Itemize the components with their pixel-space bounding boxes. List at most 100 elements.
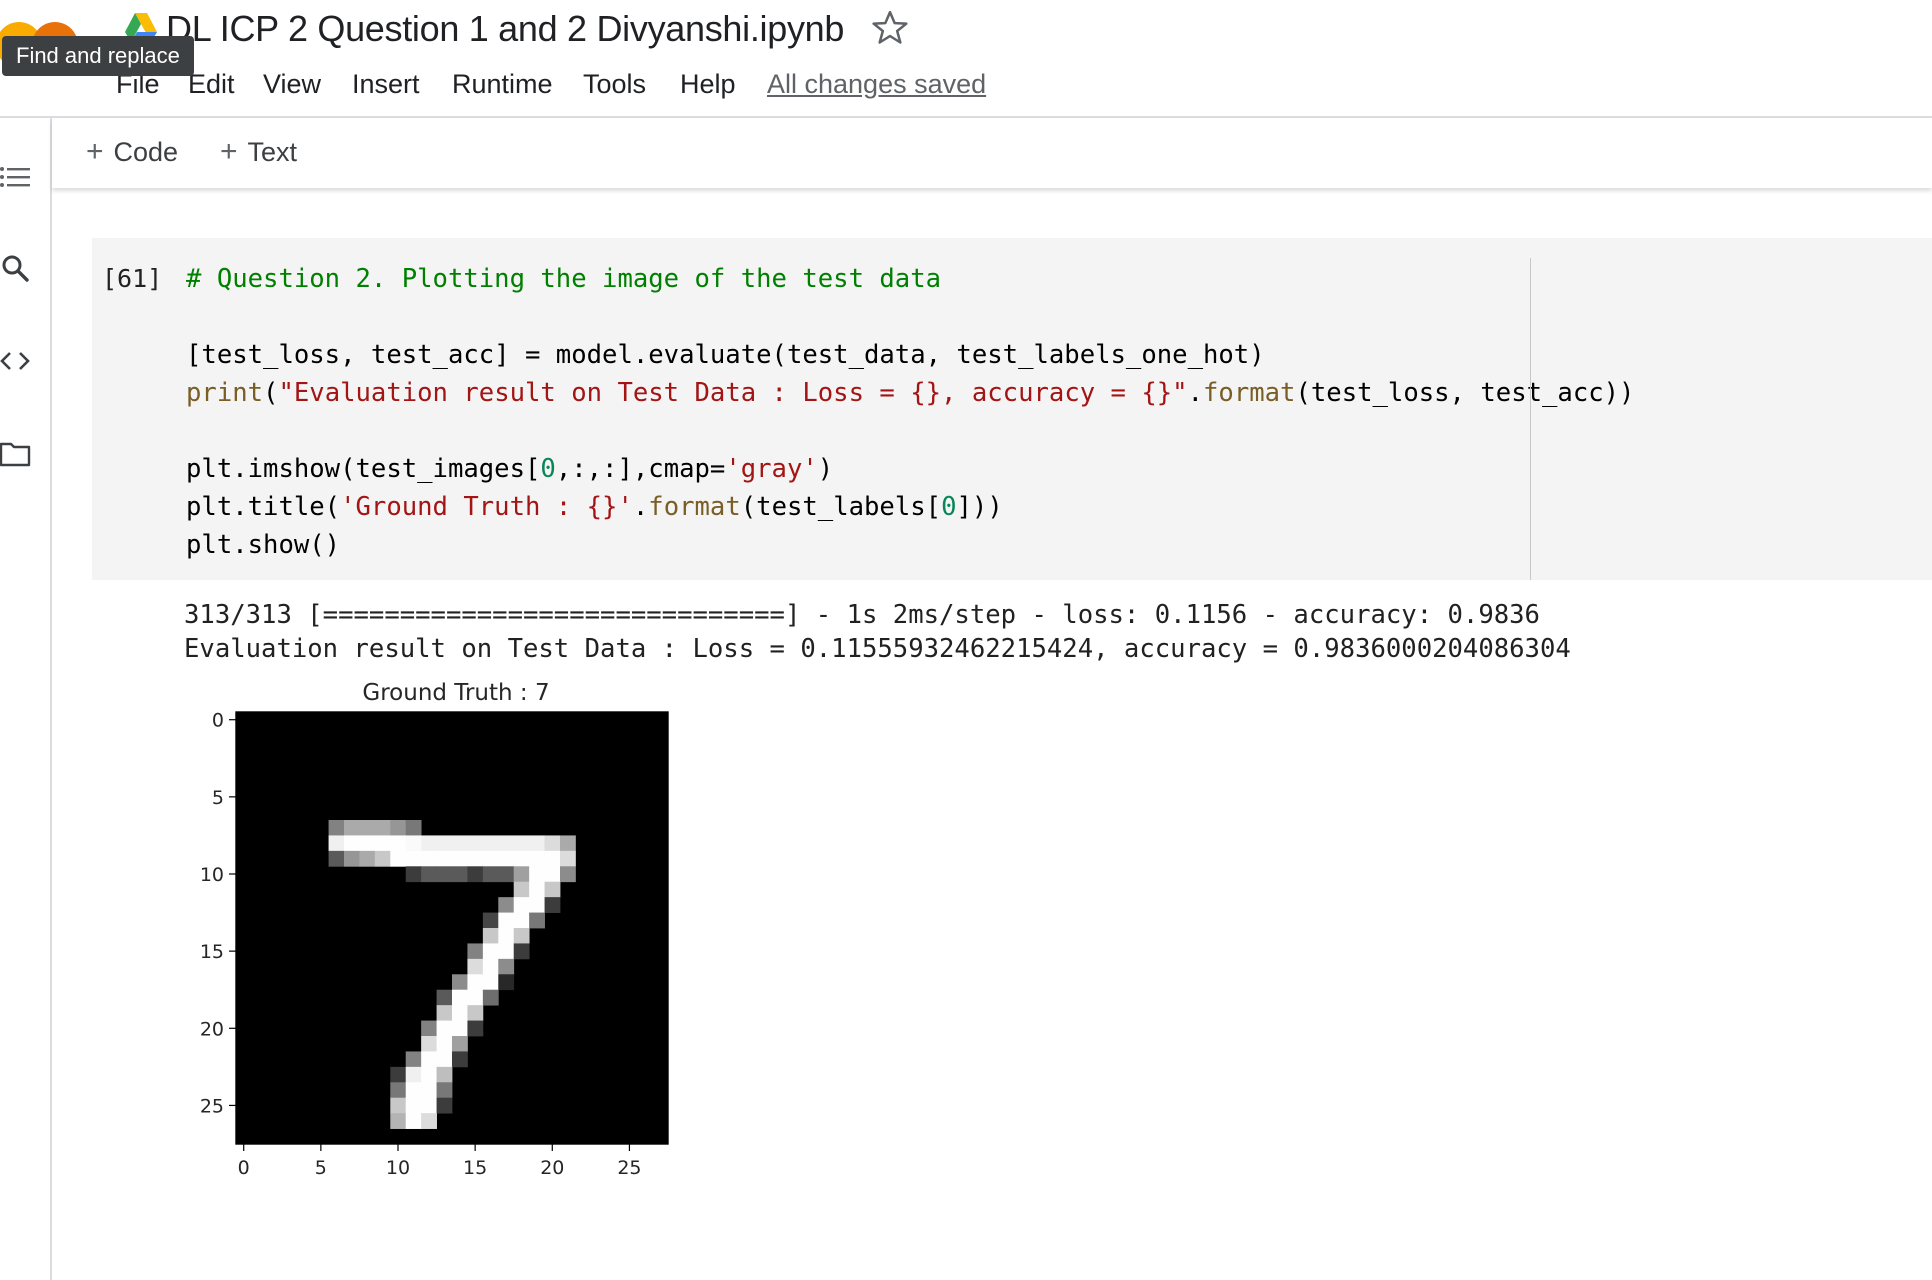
menu-edit[interactable]: Edit <box>188 64 235 104</box>
image-pixels <box>236 712 668 1144</box>
image-pixel <box>436 835 453 852</box>
image-pixel <box>513 928 530 944</box>
star-icon[interactable] <box>870 8 910 48</box>
image-pixel <box>421 1036 437 1052</box>
add-text-cell-button[interactable]: + Text <box>220 132 297 172</box>
image-pixel <box>436 866 453 883</box>
image-pixel <box>405 1082 422 1099</box>
image-pixel <box>513 912 530 929</box>
image-pixel <box>529 850 545 867</box>
code-editor[interactable]: # Question 2. Plotting the image of the … <box>186 260 1634 564</box>
image-pixel <box>405 1051 422 1068</box>
code-line-4: print("Evaluation result on Test Data : … <box>186 378 1635 408</box>
table-of-contents-icon[interactable] <box>0 160 34 194</box>
y-tick-label: 10 <box>200 864 224 886</box>
image-pixel <box>482 912 499 929</box>
image-pixel <box>467 1020 484 1037</box>
image-pixel <box>482 928 499 944</box>
plus-icon: + <box>86 135 104 168</box>
output-progress-line: 313/313 [==============================]… <box>184 600 1540 630</box>
image-pixel <box>390 835 407 852</box>
image-pixel <box>328 850 345 867</box>
image-pixel <box>390 1066 407 1083</box>
image-pixel <box>390 820 407 836</box>
menu-insert[interactable]: Insert <box>352 64 420 104</box>
image-pixel <box>498 974 515 991</box>
image-pixel <box>436 1005 453 1021</box>
image-pixel <box>452 1020 468 1037</box>
image-pixel <box>328 835 345 852</box>
image-pixel <box>467 943 484 960</box>
image-pixel <box>529 835 545 852</box>
image-pixel <box>482 835 499 852</box>
cell-toolbar: + Code + Text <box>52 118 1932 188</box>
menu-help[interactable]: Help <box>680 64 736 104</box>
image-pixel <box>560 850 576 867</box>
notebook-title[interactable]: DL ICP 2 Question 1 and 2 Divyanshi.ipyn… <box>166 4 844 54</box>
image-pixel <box>452 974 468 991</box>
save-status-link[interactable]: All changes saved <box>767 64 986 104</box>
image-pixel <box>344 820 360 836</box>
add-code-label: Code <box>113 137 179 167</box>
image-pixel <box>359 850 376 867</box>
image-pixel <box>374 850 391 867</box>
image-pixel <box>421 1051 437 1068</box>
image-pixel <box>390 1113 407 1129</box>
execution-count[interactable]: [61] <box>102 260 162 298</box>
image-pixel <box>405 866 422 883</box>
image-pixel <box>544 897 561 913</box>
image-pixel <box>498 866 515 883</box>
image-pixel <box>436 850 453 867</box>
y-tick-label: 20 <box>200 1018 224 1040</box>
image-pixel <box>452 1051 468 1068</box>
image-pixel <box>467 866 484 883</box>
image-pixel <box>436 1066 453 1083</box>
image-pixel <box>421 850 437 867</box>
image-pixel <box>544 881 561 898</box>
plus-icon: + <box>220 135 238 168</box>
image-pixel <box>405 1066 422 1083</box>
code-snippets-icon[interactable] <box>0 344 34 378</box>
image-pixel <box>344 835 360 852</box>
add-text-label: Text <box>247 137 298 167</box>
image-pixel <box>421 835 437 852</box>
image-pixel <box>498 912 515 929</box>
image-pixel <box>544 835 561 852</box>
image-pixel <box>452 1036 468 1052</box>
image-pixel <box>436 989 453 1006</box>
y-tick-label: 0 <box>212 710 224 732</box>
ground-truth-image-plot: Ground Truth : 7 0 5 10 15 20 25 0 5 10 15 20 25 <box>200 680 669 1179</box>
line-length-ruler <box>1530 258 1531 580</box>
image-pixel <box>560 835 576 852</box>
find-and-replace-tooltip: Find and replace <box>2 36 194 76</box>
image-pixel <box>436 1051 453 1068</box>
image-pixel <box>482 974 499 991</box>
menu-view[interactable]: View <box>263 64 321 104</box>
image-pixel <box>421 866 437 883</box>
search-icon[interactable] <box>0 252 34 286</box>
image-pixel <box>513 835 530 852</box>
image-pixel <box>328 820 345 836</box>
y-tick-label: 15 <box>200 941 224 963</box>
add-code-cell-button[interactable]: + Code <box>86 132 178 172</box>
image-pixel <box>405 820 422 836</box>
x-tick-label: 5 <box>315 1157 327 1179</box>
image-pixel <box>390 1082 407 1099</box>
menu-runtime[interactable]: Runtime <box>452 64 553 104</box>
image-pixel <box>359 820 376 836</box>
output-evaluation-line: Evaluation result on Test Data : Loss = … <box>184 634 1571 664</box>
menu-tools[interactable]: Tools <box>583 64 646 104</box>
image-pixel <box>513 850 530 867</box>
image-pixel <box>498 835 515 852</box>
image-pixel <box>436 1036 453 1052</box>
image-pixel <box>498 928 515 944</box>
image-pixel <box>421 1082 437 1099</box>
plot-title: Ground Truth : 7 <box>362 680 549 706</box>
image-pixel <box>374 835 391 852</box>
image-pixel <box>390 850 407 867</box>
files-folder-icon[interactable] <box>0 436 34 470</box>
image-pixel <box>452 835 468 852</box>
image-pixel <box>436 1097 453 1114</box>
code-line-8: plt.show() <box>186 530 341 560</box>
image-pixel <box>452 989 468 1006</box>
